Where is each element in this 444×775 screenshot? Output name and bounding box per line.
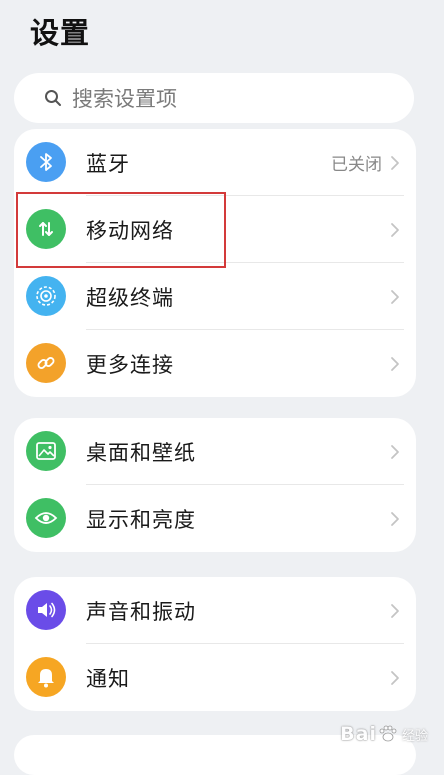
settings-group-display: 桌面和壁纸 显示和亮度: [14, 418, 416, 552]
chevron-right-icon: [391, 357, 399, 371]
settings-item-bluetooth[interactable]: 蓝牙 已关闭: [14, 129, 416, 196]
watermark-sub: 经验: [401, 728, 428, 744]
settings-item-value: 已关闭: [331, 155, 382, 175]
paw-logo-icon: [379, 725, 397, 742]
link-icon: [26, 343, 66, 383]
settings-item-sound-vibration[interactable]: 声音和振动: [14, 577, 416, 644]
chevron-right-icon: [391, 445, 399, 459]
settings-item-label: 超级终端: [86, 285, 174, 310]
settings-item-label: 显示和亮度: [86, 507, 196, 532]
settings-item-label: 通知: [86, 666, 130, 691]
eye-icon: [26, 498, 66, 538]
chevron-right-icon: [391, 290, 399, 304]
chevron-right-icon: [391, 223, 399, 237]
search-bar[interactable]: 搜索设置项: [14, 73, 414, 123]
settings-group-sound: 声音和振动 通知: [14, 577, 416, 711]
watermark-text: Bai: [340, 723, 377, 745]
wallpaper-icon: [26, 431, 66, 471]
speaker-icon: [26, 590, 66, 630]
chevron-right-icon: [391, 671, 399, 685]
settings-item-notifications[interactable]: 通知: [14, 644, 416, 711]
chevron-right-icon: [391, 512, 399, 526]
chevron-right-icon: [391, 156, 399, 170]
settings-item-label: 蓝牙: [86, 151, 130, 176]
settings-item-label: 更多连接: [86, 352, 174, 377]
highlight-box: [16, 192, 226, 268]
settings-item-wallpaper[interactable]: 桌面和壁纸: [14, 418, 416, 485]
settings-item-label: 声音和振动: [86, 599, 196, 624]
watermark: Bai 经验: [340, 723, 428, 745]
bell-icon: [26, 657, 66, 697]
bluetooth-icon: [26, 142, 66, 182]
settings-item-display-brightness[interactable]: 显示和亮度: [14, 485, 416, 552]
super-device-icon: [26, 276, 66, 316]
search-icon: [36, 81, 70, 115]
search-placeholder: 搜索设置项: [72, 87, 177, 111]
settings-item-super-device[interactable]: 超级终端: [14, 263, 416, 330]
settings-item-label: 桌面和壁纸: [86, 440, 196, 465]
page-title: 设置: [30, 16, 91, 50]
chevron-right-icon: [391, 604, 399, 618]
settings-item-more-connections[interactable]: 更多连接: [14, 330, 416, 397]
